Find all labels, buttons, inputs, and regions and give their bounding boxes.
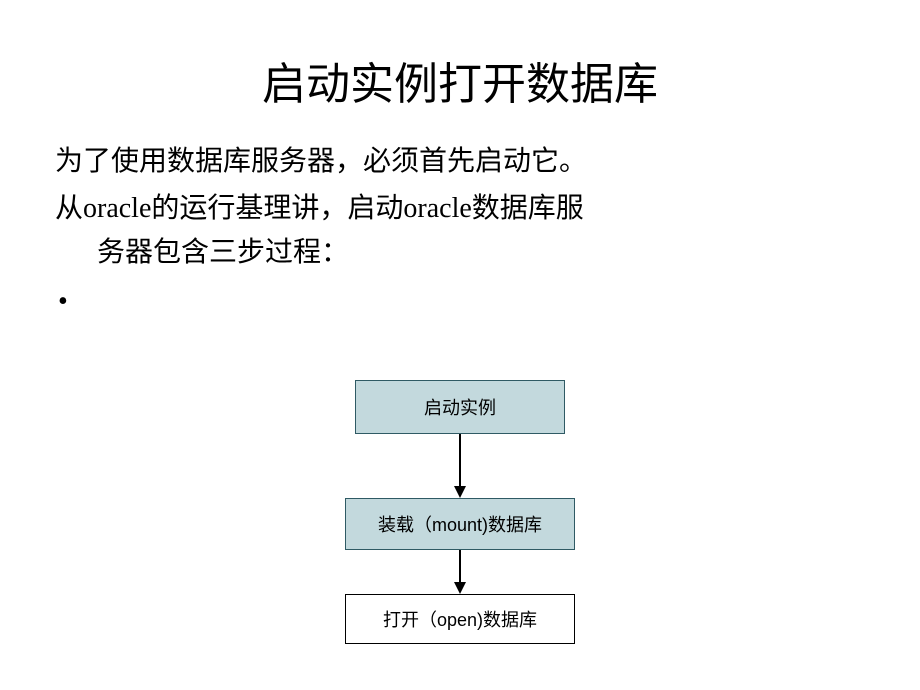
flow-step-1: 启动实例 — [355, 380, 565, 434]
flow-step-3: 打开（open)数据库 — [345, 594, 575, 644]
body-text: 为了使用数据库服务器，必须首先启动它。 从oracle的运行基理讲，启动orac… — [0, 140, 920, 274]
arrow-head-icon — [454, 582, 466, 594]
arrow-line — [459, 550, 461, 582]
arrow-1 — [454, 434, 466, 498]
paragraph-2-line-1: 从oracle的运行基理讲，启动oracle数据库服 — [55, 187, 865, 230]
slide-title: 启动实例打开数据库 — [0, 0, 920, 140]
arrow-2 — [454, 550, 466, 594]
arrow-line — [459, 434, 461, 486]
flow-step-2: 装载（mount)数据库 — [345, 498, 575, 550]
arrow-head-icon — [454, 486, 466, 498]
paragraph-2-line-2: 务器包含三步过程： — [55, 231, 865, 274]
flow-diagram: 启动实例 装载（mount)数据库 打开（open)数据库 — [0, 380, 920, 644]
paragraph-1: 为了使用数据库服务器，必须首先启动它。 — [55, 140, 865, 183]
bullet-point: • — [0, 286, 920, 318]
